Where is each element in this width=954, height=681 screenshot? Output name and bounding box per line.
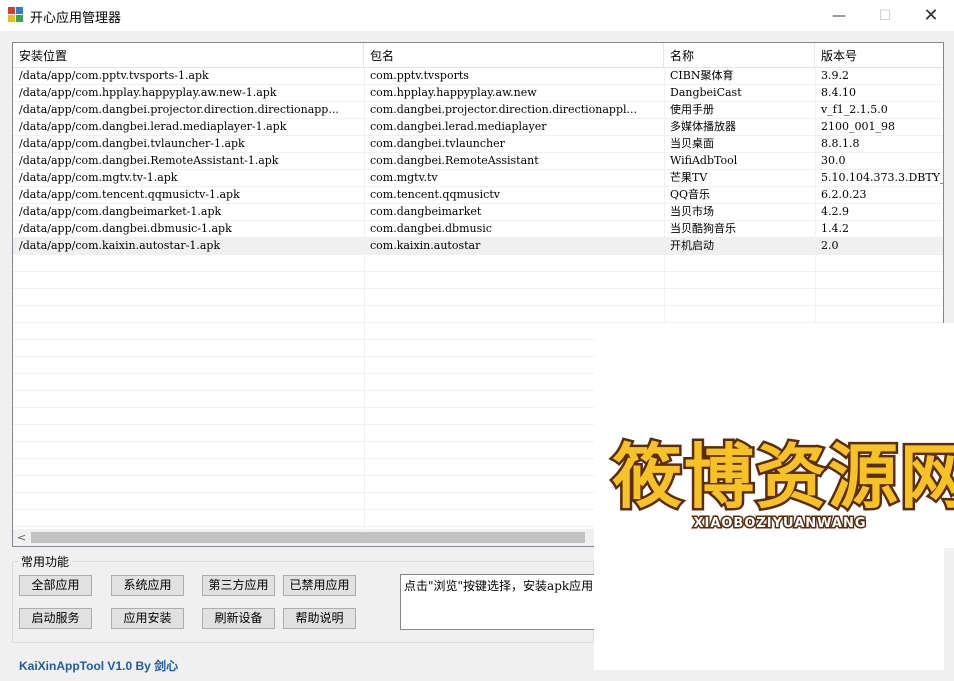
scroll-left-icon[interactable]: <	[17, 531, 26, 544]
package-name-cell: com.dangbei.RemoteAssistant	[370, 154, 539, 167]
version-cell: 4.2.9	[821, 205, 849, 218]
table-row[interactable]	[13, 255, 943, 272]
table-row[interactable]: /data/app/com.tencent.qqmusictv-1.apk com…	[13, 187, 943, 204]
package-name-cell: com.dangbei.projector.direction.directio…	[370, 103, 638, 116]
install-path-cell: /data/app/com.dangbei.tvlauncher-1.apk	[19, 137, 245, 150]
all-apps-button[interactable]: 全部应用	[19, 575, 92, 596]
app-name-cell: QQ音乐	[670, 188, 711, 201]
app-name-cell: 使用手册	[670, 103, 714, 116]
third-party-apps-button[interactable]: 第三方应用	[202, 575, 275, 596]
install-path-cell: /data/app/com.kaixin.autostar-1.apk	[19, 239, 221, 252]
version-cell: 30.0	[821, 154, 846, 167]
app-name-cell: DangbeiCast	[670, 86, 742, 99]
package-name-cell: com.pptv.tvsports	[370, 69, 469, 82]
package-name-cell: com.dangbei.lerad.mediaplayer	[370, 120, 547, 133]
table-row[interactable]: /data/app/com.dangbeimarket-1.apk com.dan…	[13, 204, 943, 221]
version-cell: 5.10.104.373.3.DBTY_T	[821, 171, 944, 184]
table-row[interactable]: /data/app/com.hpplay.happyplay.aw.new-1.…	[13, 85, 943, 102]
install-path-cell: /data/app/com.hpplay.happyplay.aw.new-1.…	[19, 86, 277, 99]
install-path-cell: /data/app/com.dangbei.projector.directio…	[19, 103, 339, 116]
version-cell: 1.4.2	[821, 222, 849, 235]
package-name-cell: com.dangbei.dbmusic	[370, 222, 492, 235]
watermark-logo-subtitle: XIAOBOZIYUANWANG	[692, 515, 867, 533]
app-icon	[8, 7, 24, 23]
install-path-cell: /data/app/com.mgtv.tv-1.apk	[19, 171, 178, 184]
app-name-cell: 多媒体播放器	[670, 120, 736, 133]
help-button[interactable]: 帮助说明	[283, 608, 356, 629]
version-cell: 6.2.0.23	[821, 188, 867, 201]
scrollbar-thumb[interactable]	[31, 532, 585, 543]
table-row[interactable]: /data/app/com.dangbei.RemoteAssistant-1.…	[13, 153, 943, 170]
version-cell: 8.4.10	[821, 86, 856, 99]
table-row[interactable]: /data/app/com.dangbei.projector.directio…	[13, 102, 943, 119]
package-name-cell: com.dangbeimarket	[370, 205, 482, 218]
version-cell: 8.8.1.8	[821, 137, 860, 150]
start-service-button[interactable]: 启动服务	[19, 608, 92, 629]
table-row[interactable]	[13, 306, 943, 323]
column-header-install-path[interactable]: 安装位置	[13, 43, 364, 67]
column-header-version[interactable]: 版本号	[815, 43, 943, 67]
table-row[interactable]: /data/app/com.mgtv.tv-1.apk com.mgtv.tv 芒果…	[13, 170, 944, 187]
title-bar: 开心应用管理器 — ☐ ✕	[0, 0, 954, 31]
version-cell: 3.9.2	[821, 69, 849, 82]
system-apps-button[interactable]: 系统应用	[111, 575, 184, 596]
app-name-cell: 当贝市场	[670, 205, 714, 218]
table-row[interactable]	[13, 289, 943, 306]
package-name-cell: com.hpplay.happyplay.aw.new	[370, 86, 537, 99]
functions-group-title: 常用功能	[18, 553, 73, 570]
column-header-package[interactable]: 包名	[364, 43, 664, 67]
install-path-cell: /data/app/com.dangbei.lerad.mediaplayer-…	[19, 120, 287, 133]
maximize-button[interactable]: ☐	[862, 0, 908, 31]
table-row[interactable]: /data/app/com.dangbei.tvlauncher-1.apk co…	[13, 136, 943, 153]
message-textbox[interactable]: 点击"浏览"按键选择，安装apk应用	[400, 574, 600, 630]
install-path-cell: /data/app/com.pptv.tvsports-1.apk	[19, 69, 209, 82]
watermark-logo-text: 筱博资源网	[610, 434, 954, 521]
refresh-device-button[interactable]: 刷新设备	[202, 608, 275, 629]
table-row[interactable]	[13, 272, 943, 289]
column-header-name[interactable]: 名称	[664, 43, 815, 67]
table-row[interactable]: /data/app/com.kaixin.autostar-1.apk com.k…	[13, 238, 943, 255]
package-name-cell: com.tencent.qqmusictv	[370, 188, 500, 201]
table-row[interactable]: /data/app/com.dangbei.lerad.mediaplayer-…	[13, 119, 943, 136]
app-name-cell: WifiAdbTool	[670, 154, 738, 167]
app-name-cell: 当贝桌面	[670, 137, 714, 150]
table-row[interactable]: /data/app/com.pptv.tvsports-1.apk com.ppt…	[13, 68, 943, 85]
app-name-cell: CIBN聚体育	[670, 69, 734, 82]
disabled-apps-button[interactable]: 已禁用应用	[283, 575, 356, 596]
version-cell: 2100_001_98	[821, 120, 895, 133]
footer-app-version: KaiXinAppTool V1.0 By 剑心	[19, 659, 179, 673]
install-app-button[interactable]: 应用安装	[111, 608, 184, 629]
package-name-cell: com.mgtv.tv	[370, 171, 438, 184]
minimize-button[interactable]: —	[816, 0, 862, 31]
list-header: 安装位置 包名 名称 版本号	[13, 43, 943, 68]
install-path-cell: /data/app/com.dangbei.dbmusic-1.apk	[19, 222, 232, 235]
install-path-cell: /data/app/com.dangbei.RemoteAssistant-1.…	[19, 154, 279, 167]
window-title: 开心应用管理器	[30, 11, 122, 26]
install-path-cell: /data/app/com.tencent.qqmusictv-1.apk	[19, 188, 240, 201]
table-row[interactable]: /data/app/com.dangbei.dbmusic-1.apk com.d…	[13, 221, 943, 238]
app-name-cell: 芒果TV	[670, 171, 708, 184]
install-path-cell: /data/app/com.dangbeimarket-1.apk	[19, 205, 222, 218]
package-name-cell: com.kaixin.autostar	[370, 239, 481, 252]
version-cell: v_f1_2.1.5.0	[821, 103, 888, 116]
app-name-cell: 当贝酷狗音乐	[670, 222, 736, 235]
version-cell: 2.0	[821, 239, 839, 252]
close-button[interactable]: ✕	[908, 0, 954, 31]
app-name-cell: 开机启动	[670, 239, 714, 252]
package-name-cell: com.dangbei.tvlauncher	[370, 137, 505, 150]
